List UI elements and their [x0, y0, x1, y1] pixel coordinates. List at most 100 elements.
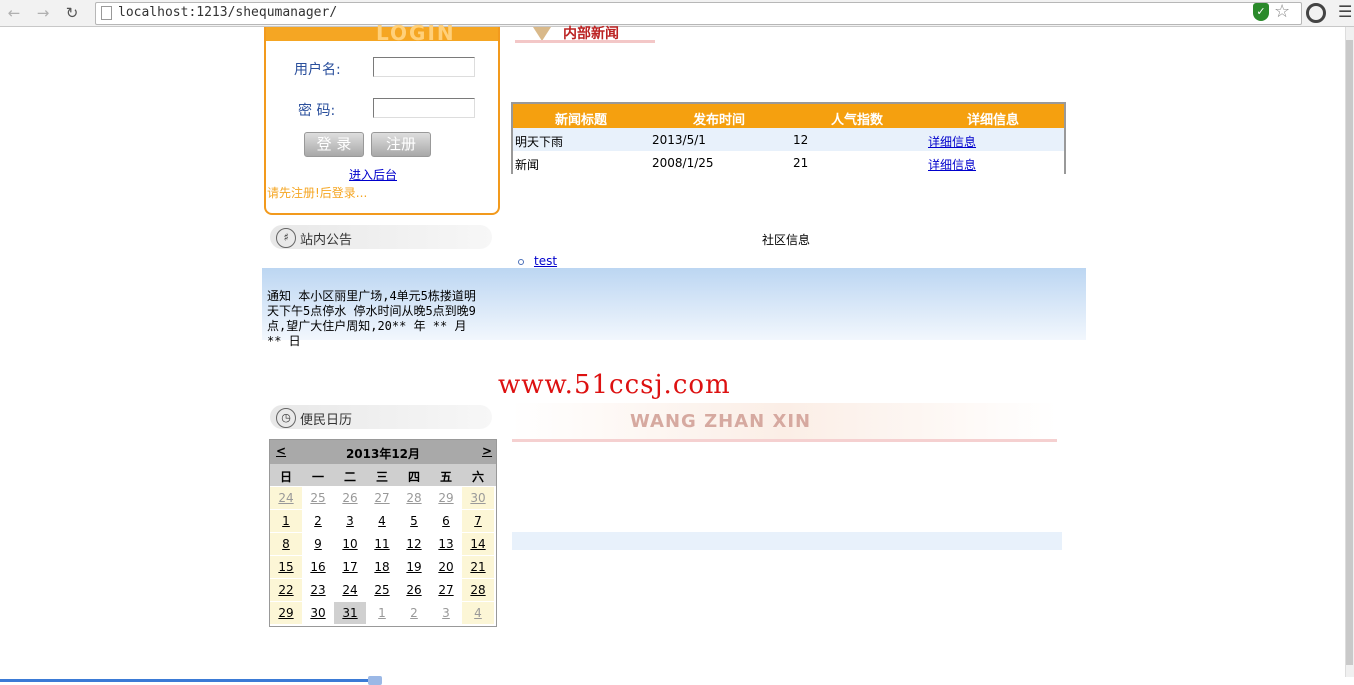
news-title: 新闻 — [515, 158, 540, 172]
footer-band — [512, 532, 1062, 550]
bullet-icon — [518, 258, 524, 265]
calendar-day[interactable]: 16 — [302, 556, 334, 578]
calendar-day[interactable]: 28 — [462, 579, 494, 601]
weekday: 二 — [343, 470, 356, 484]
weekday: 六 — [471, 470, 484, 484]
announcement-header: ♯ 站内公告 — [270, 225, 492, 249]
news-hits: 12 — [793, 133, 809, 147]
calendar-day[interactable]: 18 — [366, 556, 398, 578]
vertical-scroll-thumb[interactable] — [1346, 40, 1353, 665]
list-item: test — [518, 254, 557, 268]
page-icon — [101, 6, 112, 20]
reload-icon[interactable]: ↻ — [62, 3, 82, 23]
password-input[interactable] — [373, 98, 475, 118]
calendar-day[interactable]: 14 — [462, 533, 494, 555]
site-banner: WANG ZHAN XIN — [512, 403, 1057, 442]
calendar-day[interactable]: 6 — [430, 510, 462, 532]
calendar-day[interactable]: 26 — [398, 579, 430, 601]
header-detail: 详细信息 — [967, 113, 1020, 128]
calendar-day[interactable]: 13 — [430, 533, 462, 555]
announcement-title: 站内公告 — [300, 233, 353, 248]
calendar-day[interactable]: 4 — [366, 510, 398, 532]
back-icon[interactable]: ← — [4, 3, 24, 23]
arrow-icon — [533, 27, 551, 41]
calendar-day[interactable]: 29 — [430, 487, 462, 509]
username-label: 用户名: — [294, 62, 341, 78]
password-label: 密 码: — [298, 103, 336, 119]
weekday: 一 — [311, 470, 324, 484]
watermark: www.51ccsj.com — [498, 370, 731, 400]
news-date: 2013/5/1 — [652, 133, 706, 147]
news-hits: 21 — [793, 156, 809, 170]
calendar-day[interactable]: 2 — [302, 510, 334, 532]
header-title: 新闻标题 — [555, 113, 608, 128]
calendar-day[interactable]: 24 — [334, 579, 366, 601]
calendar-day[interactable]: 25 — [302, 487, 334, 509]
news-table: 新闻标题 发布时间 人气指数 详细信息 明天下雨 2013/5/1 12 详细信… — [511, 102, 1066, 174]
calendar-day[interactable]: 2 — [398, 602, 430, 624]
menu-icon[interactable]: ☰ — [1338, 2, 1352, 21]
calendar-day[interactable]: 4 — [462, 602, 494, 624]
calendar-day[interactable]: 21 — [462, 556, 494, 578]
calendar-title: 便民日历 — [300, 413, 353, 428]
calendar-prev-button[interactable]: < — [276, 444, 286, 458]
calendar-day[interactable]: 20 — [430, 556, 462, 578]
calendar-day[interactable]: 8 — [270, 533, 302, 555]
address-bar[interactable]: localhost:1213/shequmanager/ — [95, 2, 1302, 25]
calendar-day[interactable]: 3 — [334, 510, 366, 532]
weekday: 三 — [375, 470, 388, 484]
calendar-day[interactable]: 22 — [270, 579, 302, 601]
extension-icon[interactable] — [1306, 3, 1326, 23]
calendar-day[interactable]: 15 — [270, 556, 302, 578]
calendar-day[interactable]: 28 — [398, 487, 430, 509]
admin-link[interactable]: 进入后台 — [349, 166, 397, 183]
calendar-day[interactable]: 5 — [398, 510, 430, 532]
header-date: 发布时间 — [693, 113, 746, 128]
calendar-day[interactable]: 12 — [398, 533, 430, 555]
calendar-day[interactable]: 24 — [270, 487, 302, 509]
calendar-weekdays: 日 一 二 三 四 五 六 — [270, 464, 496, 486]
calendar-next-button[interactable]: > — [482, 444, 492, 458]
calendar-day[interactable]: 30 — [462, 487, 494, 509]
login-warning: 请先注册!后登录... — [267, 186, 368, 200]
table-row: 明天下雨 2013/5/1 12 详细信息 — [513, 128, 1064, 151]
calendar: 2013年12月 < > 日 一 二 三 四 五 六 24 25 26 27 28 29 3… — [269, 439, 497, 627]
star-icon[interactable]: ☆ — [1274, 1, 1290, 22]
horizontal-scroll-thumb[interactable] — [368, 676, 382, 685]
calendar-day[interactable]: 26 — [334, 487, 366, 509]
news-section-header: 内部新闻 — [515, 26, 655, 43]
calendar-day[interactable]: 27 — [366, 487, 398, 509]
calendar-day[interactable]: 25 — [366, 579, 398, 601]
calendar-day[interactable]: 7 — [462, 510, 494, 532]
news-title: 明天下雨 — [515, 135, 564, 149]
calendar-day[interactable]: 30 — [302, 602, 334, 624]
community-item-link[interactable]: test — [534, 254, 557, 268]
calendar-day[interactable]: 17 — [334, 556, 366, 578]
login-button[interactable]: 登 录 — [304, 132, 364, 157]
calendar-day[interactable]: 29 — [270, 602, 302, 624]
calendar-day[interactable]: 31 — [334, 602, 366, 624]
shield-icon[interactable]: ✓ — [1253, 3, 1269, 21]
calendar-nav: 2013年12月 < > — [270, 440, 496, 464]
calendar-day[interactable]: 9 — [302, 533, 334, 555]
header-hits: 人气指数 — [831, 113, 884, 128]
horizontal-scroll-track — [0, 679, 375, 682]
calendar-day[interactable]: 1 — [366, 602, 398, 624]
register-button[interactable]: 注册 — [371, 132, 431, 157]
calendar-day[interactable]: 19 — [398, 556, 430, 578]
calendar-day[interactable]: 11 — [366, 533, 398, 555]
username-input[interactable] — [373, 57, 475, 77]
forward-icon[interactable]: → — [33, 3, 53, 23]
clock-icon: ◷ — [276, 408, 296, 428]
news-detail-link[interactable]: 详细信息 — [928, 133, 976, 150]
calendar-day[interactable]: 3 — [430, 602, 462, 624]
news-detail-link[interactable]: 详细信息 — [928, 156, 976, 173]
speaker-icon: ♯ — [276, 228, 296, 248]
calendar-day[interactable]: 23 — [302, 579, 334, 601]
weekday: 日 — [279, 470, 292, 484]
table-row: 新闻 2008/1/25 21 详细信息 — [513, 151, 1064, 174]
calendar-day[interactable]: 27 — [430, 579, 462, 601]
news-section-title: 内部新闻 — [563, 26, 619, 42]
calendar-day[interactable]: 1 — [270, 510, 302, 532]
calendar-day[interactable]: 10 — [334, 533, 366, 555]
